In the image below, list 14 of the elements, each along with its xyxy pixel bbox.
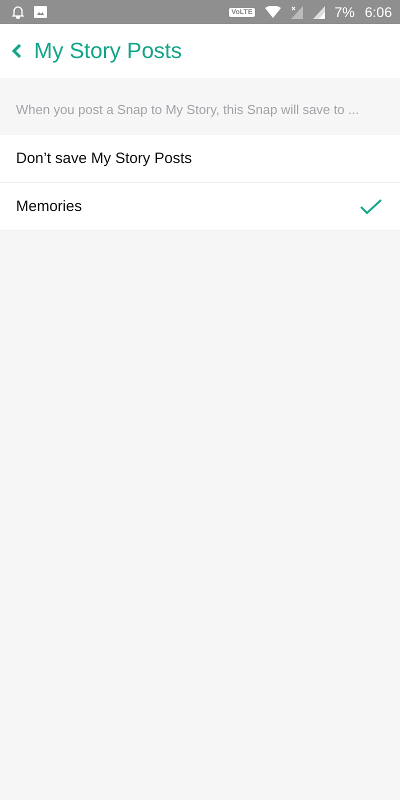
signal-icon [312,6,325,18]
battery-percent: 7% [334,4,355,20]
image-icon [34,6,47,18]
option-label: Don’t save My Story Posts [16,150,193,167]
option-label: Memories [16,198,83,215]
signal-icon [290,6,303,18]
bell-icon [12,6,24,18]
page-title: My Story Posts [34,38,182,64]
clock: 6:06 [364,4,392,20]
wifi-icon [264,6,281,18]
back-icon[interactable] [12,43,22,59]
option-row[interactable]: Don’t save My Story Posts [0,135,400,183]
option-row[interactable]: Memories [0,183,400,231]
description-text: When you post a Snap to My Story, this Snap will save to ... [15,101,360,119]
